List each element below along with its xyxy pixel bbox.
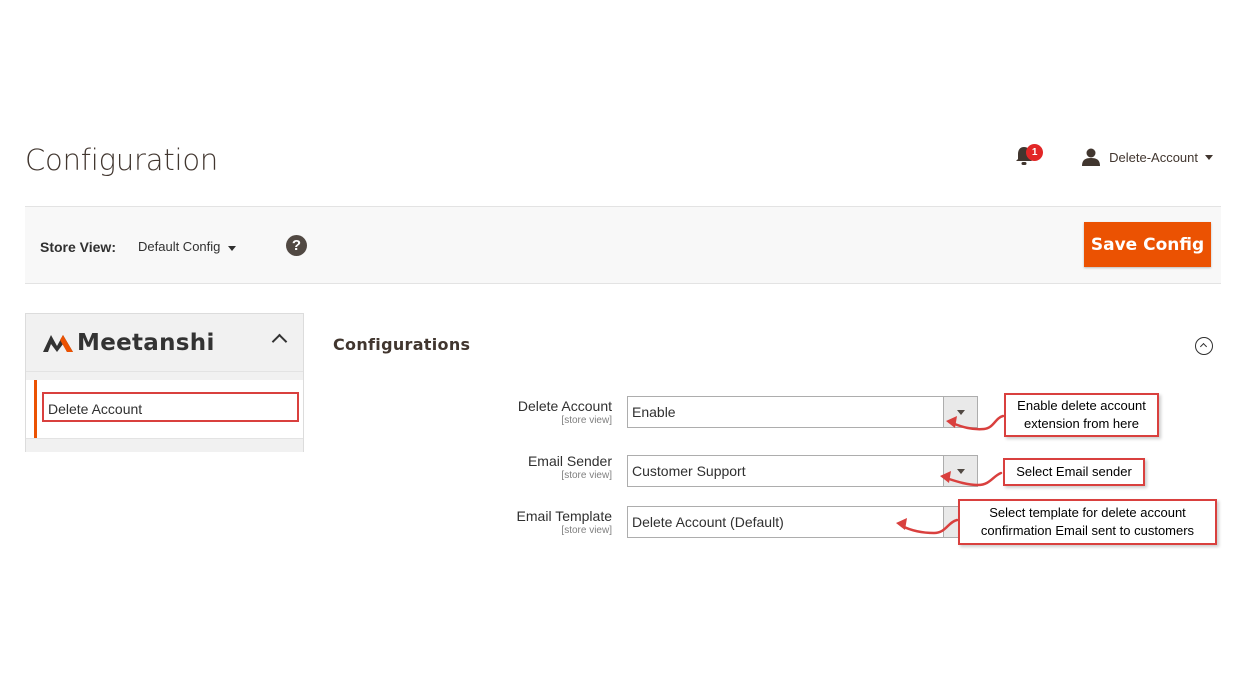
arrow-enable bbox=[950, 414, 1005, 431]
arrow-sender bbox=[944, 471, 1003, 487]
arrowhead-sender bbox=[940, 471, 951, 483]
arrow-template bbox=[900, 518, 959, 535]
arrowhead-enable bbox=[946, 416, 957, 428]
annotation-arrows bbox=[896, 414, 1005, 535]
